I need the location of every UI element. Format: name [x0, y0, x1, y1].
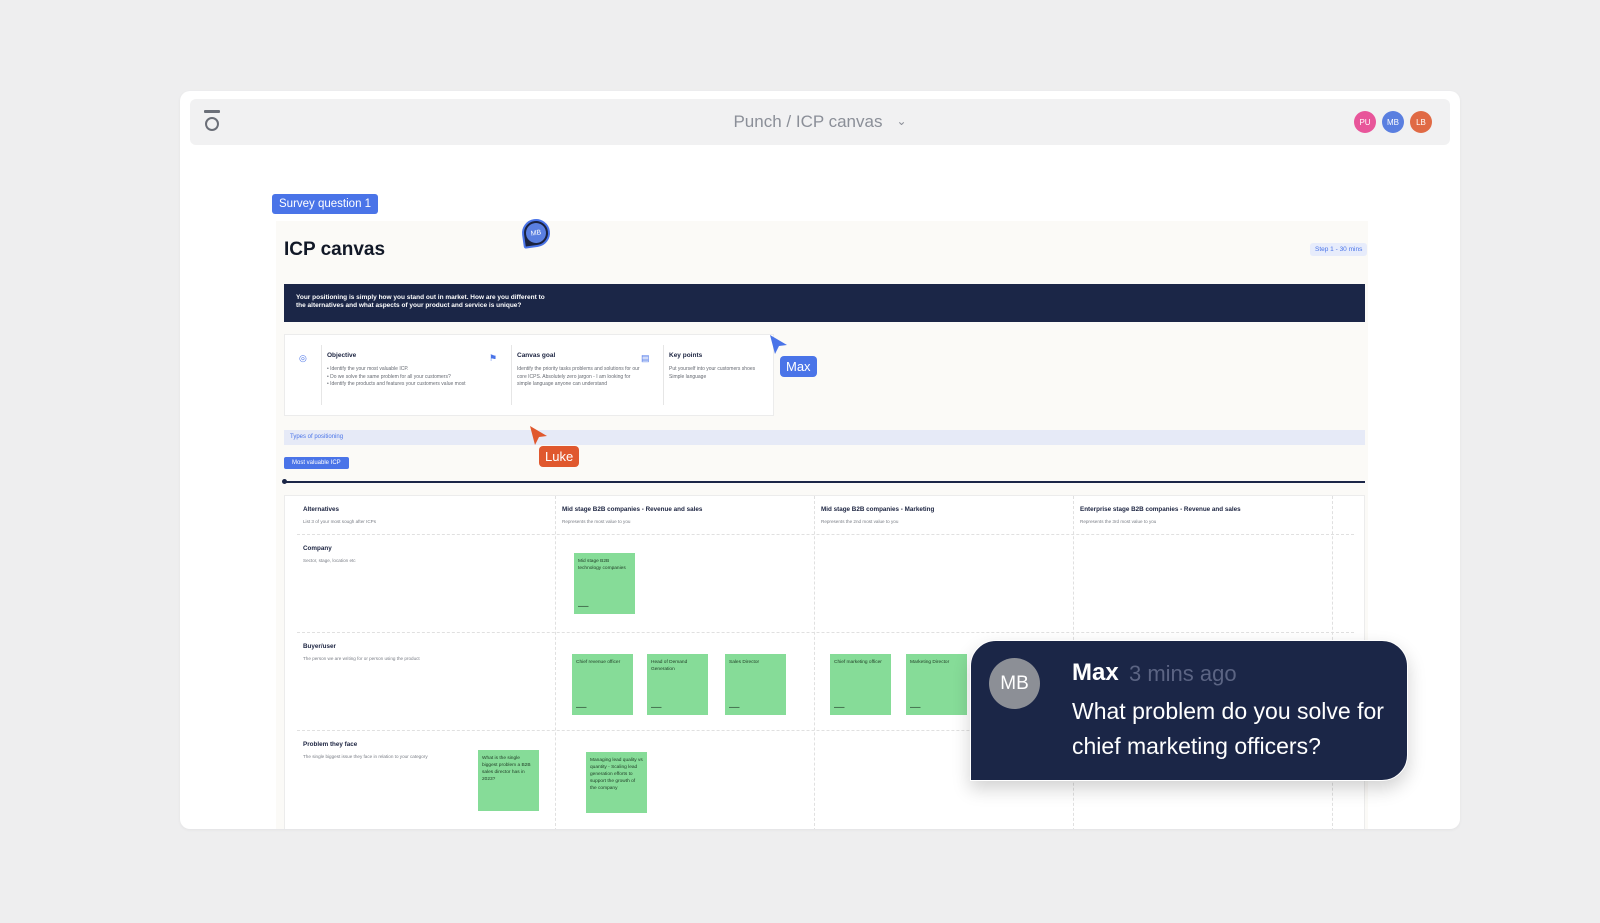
key-points-text: Put yourself into your customers shoes S…	[669, 366, 756, 380]
objective-title: Objective	[327, 352, 357, 359]
sticky-note[interactable]: Chief revenue officer ▬▬▬	[572, 654, 633, 715]
row-subtitle: The single biggest issue they face in re…	[303, 754, 428, 759]
cursor-label-max: Max	[780, 356, 817, 377]
column-subtitle: Represents the 2nd most value to you	[821, 519, 899, 524]
canvas-goal-text: Identify the priority tasks problems and…	[517, 366, 640, 387]
most-valuable-icp-tag[interactable]: Most valuable ICP	[284, 457, 349, 469]
types-of-positioning-bar[interactable]: Types of positioning	[284, 430, 1365, 445]
sticky-note[interactable]: Mid stage B2B technology companies ▬▬▬	[574, 553, 635, 614]
sticky-text: Chief marketing officer	[834, 660, 882, 665]
key-points-title: Key points	[669, 352, 703, 359]
objective-text: • Identify the your most valuable ICP. •…	[327, 366, 466, 387]
banner-text: Your positioning is simply how you stand…	[296, 294, 545, 309]
column-header: Mid stage B2B companies - Revenue and sa…	[562, 506, 703, 513]
comment-message: What problem do you solve for chief mark…	[1072, 698, 1384, 759]
board-title[interactable]: Punch / ICP canvas ⌄	[190, 112, 1450, 132]
comment-author: Max	[1072, 659, 1119, 686]
cursor-label-luke: Luke	[539, 446, 580, 467]
sticky-note[interactable]: Marketing Director ▬▬▬	[906, 654, 967, 715]
sticky-text: Managing lead quality vs quantity - Scal…	[590, 758, 643, 791]
sticky-note[interactable]: What is the single biggest problem a B2B…	[478, 750, 539, 811]
chevron-down-icon[interactable]: ⌄	[896, 114, 906, 128]
avatar-pu[interactable]: PU	[1354, 111, 1376, 133]
canvas-heading: ICP canvas	[284, 239, 386, 260]
step-badge: Step 1 - 30 mins	[1310, 243, 1368, 256]
comment-bubble[interactable]: MB Max 3 mins ago What problem do you so…	[970, 640, 1408, 781]
comment-time: 3 mins ago	[1129, 661, 1237, 686]
flag-icon: ⚑	[489, 353, 498, 363]
timeline-connector	[282, 479, 1365, 484]
sticky-text: Marketing Director	[910, 660, 950, 665]
sticky-text: What is the single biggest problem a B2B…	[482, 756, 531, 782]
sticky-note[interactable]: Chief marketing officer ▬▬▬	[830, 654, 891, 715]
target-icon: ◎	[299, 353, 307, 363]
positioning-banner: Your positioning is simply how you stand…	[284, 284, 1365, 322]
canvas-goal-title: Canvas goal	[517, 352, 556, 359]
survey-question-tag[interactable]: Survey question 1	[272, 194, 379, 214]
row-header: Problem they face	[303, 741, 358, 748]
row-divider	[297, 534, 1354, 535]
document-icon: ▤	[641, 353, 650, 363]
sticky-note[interactable]: Managing lead quality vs quantity - Scal…	[586, 752, 647, 813]
collaborator-avatars: PU MB LB	[1354, 111, 1432, 133]
sticky-note[interactable]: Head of Demand Generation ▬▬▬	[647, 654, 708, 715]
column-header: Mid stage B2B companies - Marketing	[821, 506, 935, 513]
row-divider	[297, 632, 1354, 633]
sticky-note[interactable]: Sales Director ▬▬▬	[725, 654, 786, 715]
sticky-text: Chief revenue officer	[576, 660, 621, 665]
cursor-luke-icon	[530, 426, 547, 445]
sticky-text: Head of Demand Generation	[651, 660, 688, 672]
objective-column: ◎ Objective • Identify the your most val…	[299, 345, 479, 405]
presence-pin-initials: MB	[524, 221, 548, 245]
column-header: Enterprise stage B2B companies - Revenue…	[1080, 506, 1241, 513]
board-title-text: Punch / ICP canvas	[733, 112, 883, 131]
row-subtitle: The person we are writing for or person …	[303, 656, 420, 661]
sticky-text: Sales Director	[729, 660, 760, 665]
top-bar: Punch / ICP canvas ⌄ PU MB LB	[190, 99, 1450, 145]
row-subtitle: Sector, stage, location etc	[303, 558, 356, 563]
comment-avatar: MB	[989, 658, 1040, 709]
avatar-mb[interactable]: MB	[1382, 111, 1404, 133]
canvas-goal-column: ⚑ Canvas goal Identify the priority task…	[489, 345, 640, 405]
avatar-lb[interactable]: LB	[1410, 111, 1432, 133]
sticky-text: Mid stage B2B technology companies	[578, 559, 626, 571]
row-header: Company	[303, 545, 332, 552]
key-points-column: ▤ Key points Put yourself into your cust…	[641, 345, 761, 405]
column-subtitle: Represents the most value to you	[562, 519, 631, 524]
column-subtitle: Represents the 3rd most value to you	[1080, 519, 1157, 524]
column-header: Alternatives	[303, 506, 340, 513]
info-card: ◎ Objective • Identify the your most val…	[284, 334, 774, 416]
cursor-max-icon	[770, 335, 787, 354]
column-subtitle: List 3 of your most sough after ICPs	[303, 519, 377, 524]
row-header: Buyer/user	[303, 643, 336, 650]
